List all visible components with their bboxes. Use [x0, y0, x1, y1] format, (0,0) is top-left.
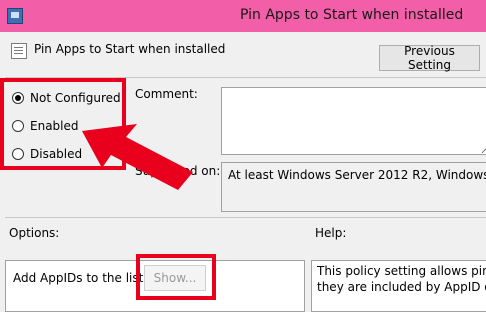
red-arrow-icon: [82, 124, 193, 190]
